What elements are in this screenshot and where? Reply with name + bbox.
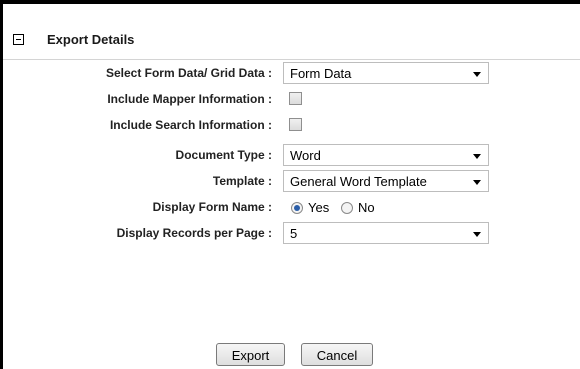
section-title: Export Details bbox=[47, 32, 135, 47]
export-button[interactable]: Export bbox=[216, 343, 285, 366]
row-template: Template : General Word Template bbox=[0, 170, 580, 194]
yes-radio-label[interactable]: Yes bbox=[308, 200, 329, 215]
row-records-per-page: Display Records per Page : 5 bbox=[0, 222, 580, 246]
form-data-value: Form Data bbox=[290, 66, 352, 81]
records-per-page-select[interactable]: 5 bbox=[283, 222, 489, 244]
collapse-minus-icon[interactable] bbox=[13, 34, 24, 45]
form-data-label: Select Form Data/ Grid Data : bbox=[105, 66, 272, 80]
chevron-down-icon bbox=[473, 232, 481, 237]
chevron-down-icon bbox=[473, 72, 481, 77]
row-display-form-name: Display Form Name : Yes No bbox=[0, 196, 580, 220]
template-select[interactable]: General Word Template bbox=[283, 170, 489, 192]
chevron-down-icon bbox=[473, 180, 481, 185]
search-info-checkbox[interactable] bbox=[289, 118, 302, 131]
mapper-info-checkbox[interactable] bbox=[289, 92, 302, 105]
cancel-button[interactable]: Cancel bbox=[301, 343, 373, 366]
chevron-down-icon bbox=[473, 154, 481, 159]
document-type-value: Word bbox=[290, 148, 321, 163]
row-mapper-info: Include Mapper Information : bbox=[0, 88, 580, 112]
row-form-data: Select Form Data/ Grid Data : Form Data bbox=[0, 62, 580, 86]
search-info-label: Include Search Information : bbox=[109, 118, 272, 132]
template-value: General Word Template bbox=[290, 174, 427, 189]
document-type-select[interactable]: Word bbox=[283, 144, 489, 166]
no-radio-label[interactable]: No bbox=[358, 200, 375, 215]
yes-radio[interactable] bbox=[291, 202, 303, 214]
records-per-page-label: Display Records per Page : bbox=[116, 226, 272, 240]
display-form-name-label: Display Form Name : bbox=[152, 200, 272, 214]
records-per-page-value: 5 bbox=[290, 226, 298, 241]
template-label: Template : bbox=[212, 174, 272, 188]
row-document-type: Document Type : Word bbox=[0, 144, 580, 168]
no-radio[interactable] bbox=[341, 202, 353, 214]
section-header: Export Details bbox=[3, 4, 580, 60]
form-data-select[interactable]: Form Data bbox=[283, 62, 489, 84]
row-search-info: Include Search Information : bbox=[0, 114, 580, 138]
mapper-info-label: Include Mapper Information : bbox=[107, 92, 272, 106]
document-type-label: Document Type : bbox=[175, 148, 272, 162]
